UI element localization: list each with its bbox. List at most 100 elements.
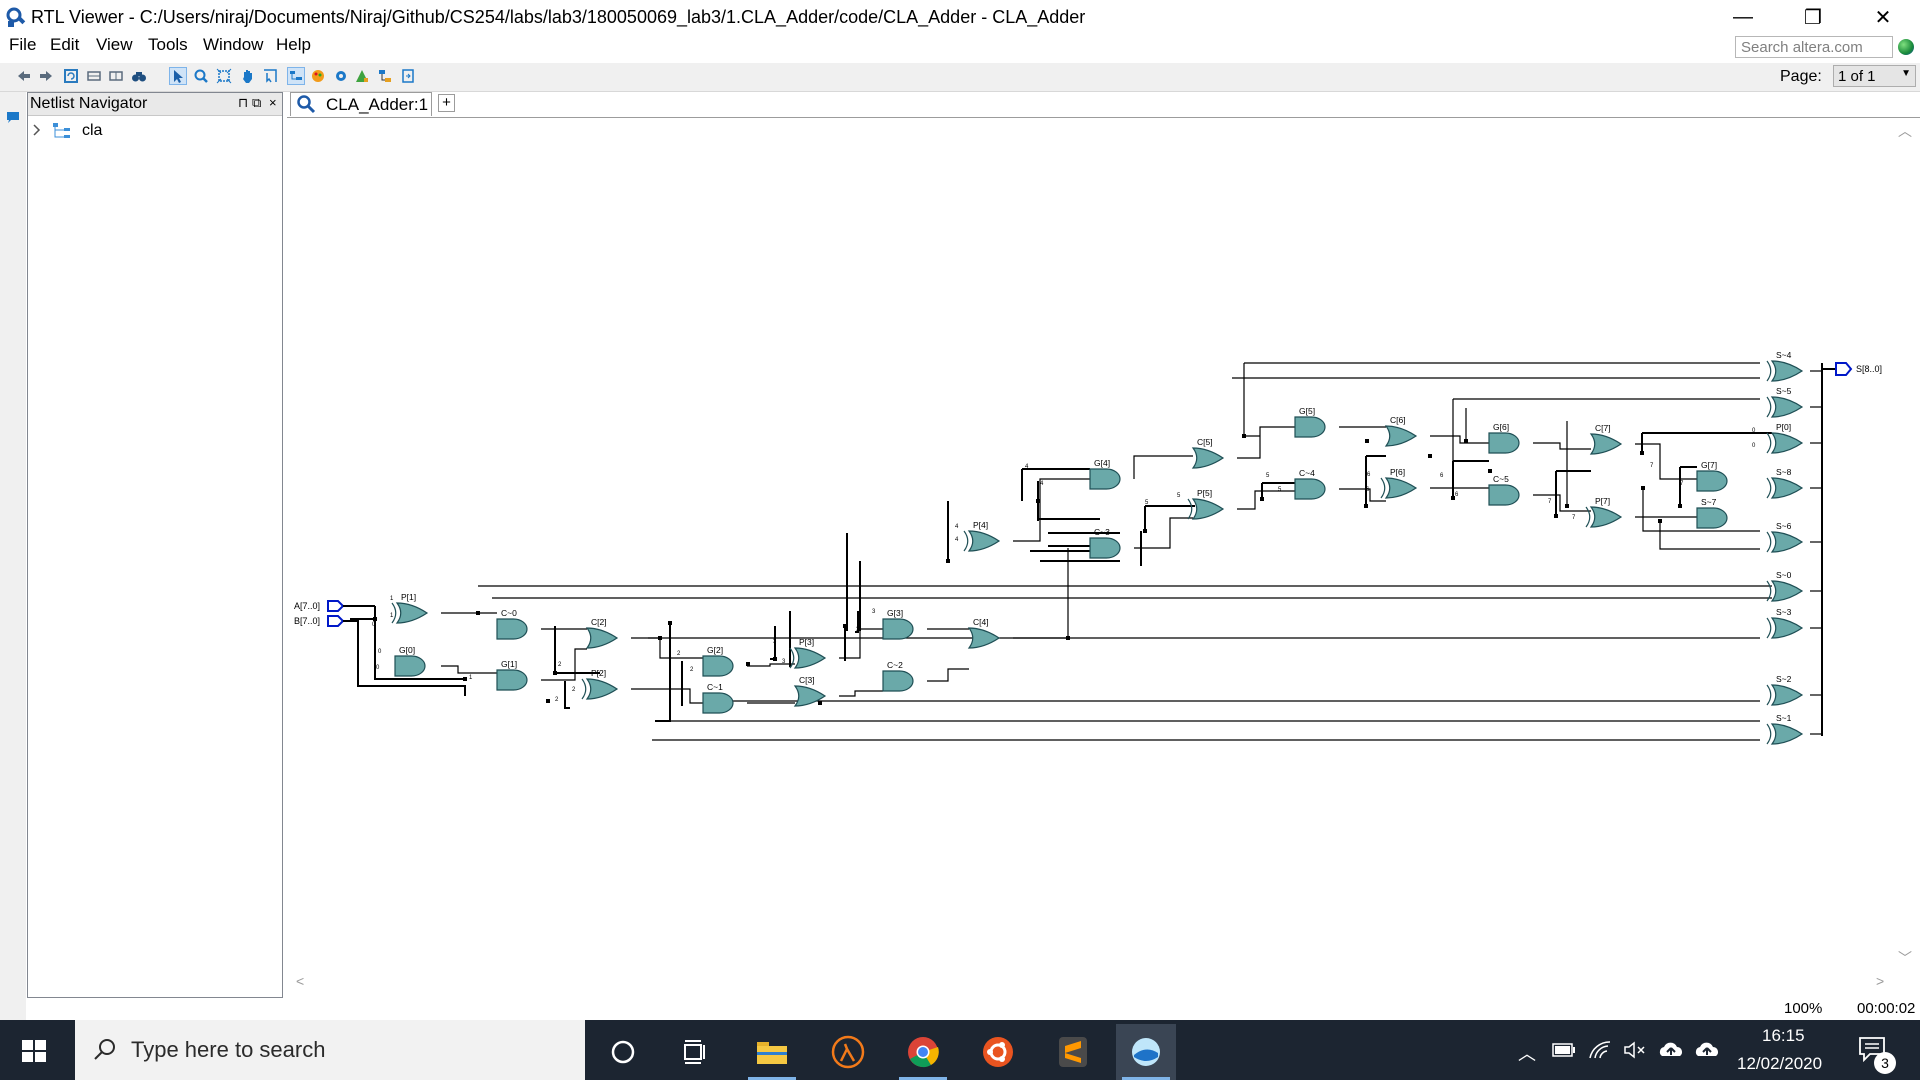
onedrive-upload-icon[interactable] <box>1658 1040 1684 1060</box>
globe-icon[interactable] <box>1898 39 1914 55</box>
gate-g2[interactable]: G[2] <box>702 645 734 677</box>
wifi-icon[interactable] <box>1588 1040 1612 1060</box>
scroll-right-icon[interactable]: > <box>1876 973 1884 989</box>
float-icon[interactable]: ⧉ <box>252 95 261 111</box>
gate-g1[interactable]: G[1] <box>496 659 528 691</box>
gate-p6[interactable]: P[6] <box>1380 467 1418 499</box>
area-select-icon[interactable] <box>262 68 278 84</box>
pin-number: 1 <box>390 613 394 619</box>
gate-g3[interactable]: G[3] <box>882 608 914 640</box>
gate-c-2[interactable]: C~2 <box>882 660 914 692</box>
hand-pan-icon[interactable] <box>240 68 256 84</box>
page-select[interactable]: 1 of 1 ▼ <box>1833 65 1916 87</box>
chevron-right-icon[interactable] <box>32 124 42 136</box>
tab-cla-adder[interactable]: CLA_Adder:1 <box>290 92 432 116</box>
forward-icon[interactable] <box>38 68 54 84</box>
gate-c6[interactable]: C[6] <box>1384 415 1418 447</box>
pin-number: 6 <box>1440 473 1444 479</box>
ubuntu-button[interactable] <box>968 1024 1028 1080</box>
menu-edit[interactable]: Edit <box>50 35 79 55</box>
gate-s-7[interactable]: S~7 <box>1696 497 1728 529</box>
search-input[interactable]: Search altera.com <box>1735 36 1893 58</box>
netlist-view-icon[interactable] <box>287 67 305 85</box>
gate-s-5[interactable]: S~5 <box>1766 386 1804 418</box>
scroll-left-icon[interactable]: < <box>296 973 304 989</box>
battery-icon[interactable] <box>1552 1042 1576 1058</box>
gate-c-3[interactable]: C~3 <box>1089 527 1121 559</box>
menu-help[interactable]: Help <box>276 35 311 55</box>
flow-icon[interactable] <box>354 68 370 84</box>
chrome-button[interactable] <box>893 1024 953 1080</box>
zoom-icon[interactable] <box>193 68 209 84</box>
gate-s-3[interactable]: S~3 <box>1766 607 1804 639</box>
schematic-canvas[interactable]: A[7..0] B[7..0] S[8..0] P[1] G[0] C~0 G[1] C[2]… <box>287 117 1920 969</box>
gate-g0[interactable]: G[0] <box>394 645 426 677</box>
color-palette-icon[interactable] <box>310 68 326 84</box>
gate-p1[interactable]: P[1] <box>391 592 429 624</box>
gate-s-0[interactable]: S~0 <box>1766 570 1804 602</box>
gate-c4[interactable]: C[4] <box>967 617 1001 649</box>
gate-g7[interactable]: G[7] <box>1696 460 1728 492</box>
gate-s-4[interactable]: S~4 <box>1766 350 1804 382</box>
close-button[interactable]: ✕ <box>1852 0 1914 34</box>
scroll-down-icon[interactable]: ﹀ <box>1898 948 1912 968</box>
refresh-icon[interactable] <box>63 68 79 84</box>
collapse-icon[interactable] <box>86 68 102 84</box>
select-pointer-icon[interactable] <box>169 67 187 85</box>
tree-item-cla[interactable]: cla <box>28 120 228 140</box>
gate-c5[interactable]: C[5] <box>1191 437 1225 469</box>
half-life-button[interactable] <box>818 1024 878 1080</box>
gate-g5[interactable]: G[5] <box>1294 406 1326 438</box>
gate-c7[interactable]: C[7] <box>1589 423 1623 455</box>
scroll-up-icon[interactable]: ︿ <box>1898 121 1912 141</box>
pin-number: 2 <box>677 651 681 657</box>
gate-s-6[interactable]: S~6 <box>1766 521 1804 553</box>
expand-icon[interactable] <box>108 68 124 84</box>
windows-start-icon[interactable] <box>22 1040 46 1062</box>
file-explorer-button[interactable] <box>742 1024 802 1080</box>
fit-window-icon[interactable] <box>216 68 232 84</box>
menu-file[interactable]: File <box>9 35 36 55</box>
menu-window[interactable]: Window <box>203 35 263 55</box>
chevron-down-icon: ▼ <box>1901 68 1911 79</box>
gate-s-8[interactable]: S~8 <box>1766 467 1804 499</box>
taskbar-search-box[interactable]: Type here to search <box>75 1020 585 1080</box>
task-view-button[interactable] <box>665 1024 725 1080</box>
cortana-button[interactable] <box>593 1024 653 1080</box>
hierarchy-icon[interactable] <box>377 68 393 84</box>
gate-p4[interactable]: P[4] <box>963 520 1001 552</box>
sublime-text-button[interactable] <box>1043 1024 1103 1080</box>
volume-muted-icon[interactable] <box>1623 1040 1647 1060</box>
add-tab-button[interactable]: + <box>438 94 455 112</box>
back-icon[interactable] <box>16 68 32 84</box>
gate-c2[interactable]: C[2] <box>585 617 619 649</box>
close-icon[interactable]: × <box>269 95 277 110</box>
export-icon[interactable] <box>400 68 416 84</box>
gate-p7[interactable]: P[7] <box>1585 496 1623 528</box>
gate-c-1[interactable]: C~1 <box>702 682 734 714</box>
gate-p0[interactable]: P[0] <box>1766 422 1804 454</box>
quartus-button[interactable] <box>1116 1024 1176 1080</box>
gate-c-0[interactable]: C~0 <box>496 608 528 640</box>
gate-p3[interactable]: P[3] <box>789 637 827 669</box>
gate-g4[interactable]: G[4] <box>1089 458 1121 490</box>
show-hidden-icons[interactable]: ︿ <box>1518 1040 1536 1066</box>
gate-s-2[interactable]: S~2 <box>1766 674 1804 706</box>
gate-g6[interactable]: G[6] <box>1488 422 1520 454</box>
find-binoculars-icon[interactable] <box>131 68 147 84</box>
gate-p5[interactable]: P[5] <box>1187 488 1225 520</box>
menu-tools[interactable]: Tools <box>148 35 188 55</box>
gate-c-5[interactable]: C~5 <box>1488 474 1520 506</box>
chat-bubble-icon[interactable] <box>5 109 21 125</box>
pin-icon[interactable]: ⊓ <box>238 95 248 111</box>
cloud-upload-icon[interactable] <box>1694 1040 1720 1060</box>
clock-time[interactable]: 16:15 <box>1762 1026 1805 1046</box>
gear-icon[interactable] <box>333 68 349 84</box>
minimize-button[interactable]: — <box>1712 0 1774 34</box>
menu-view[interactable]: View <box>96 35 133 55</box>
clock-date[interactable]: 12/02/2020 <box>1737 1054 1822 1074</box>
pin-number: 6 <box>1367 472 1371 478</box>
gate-c-4[interactable]: C~4 <box>1294 468 1326 500</box>
restore-button[interactable]: ❐ <box>1782 0 1844 34</box>
gate-s-1[interactable]: S~1 <box>1766 713 1804 745</box>
